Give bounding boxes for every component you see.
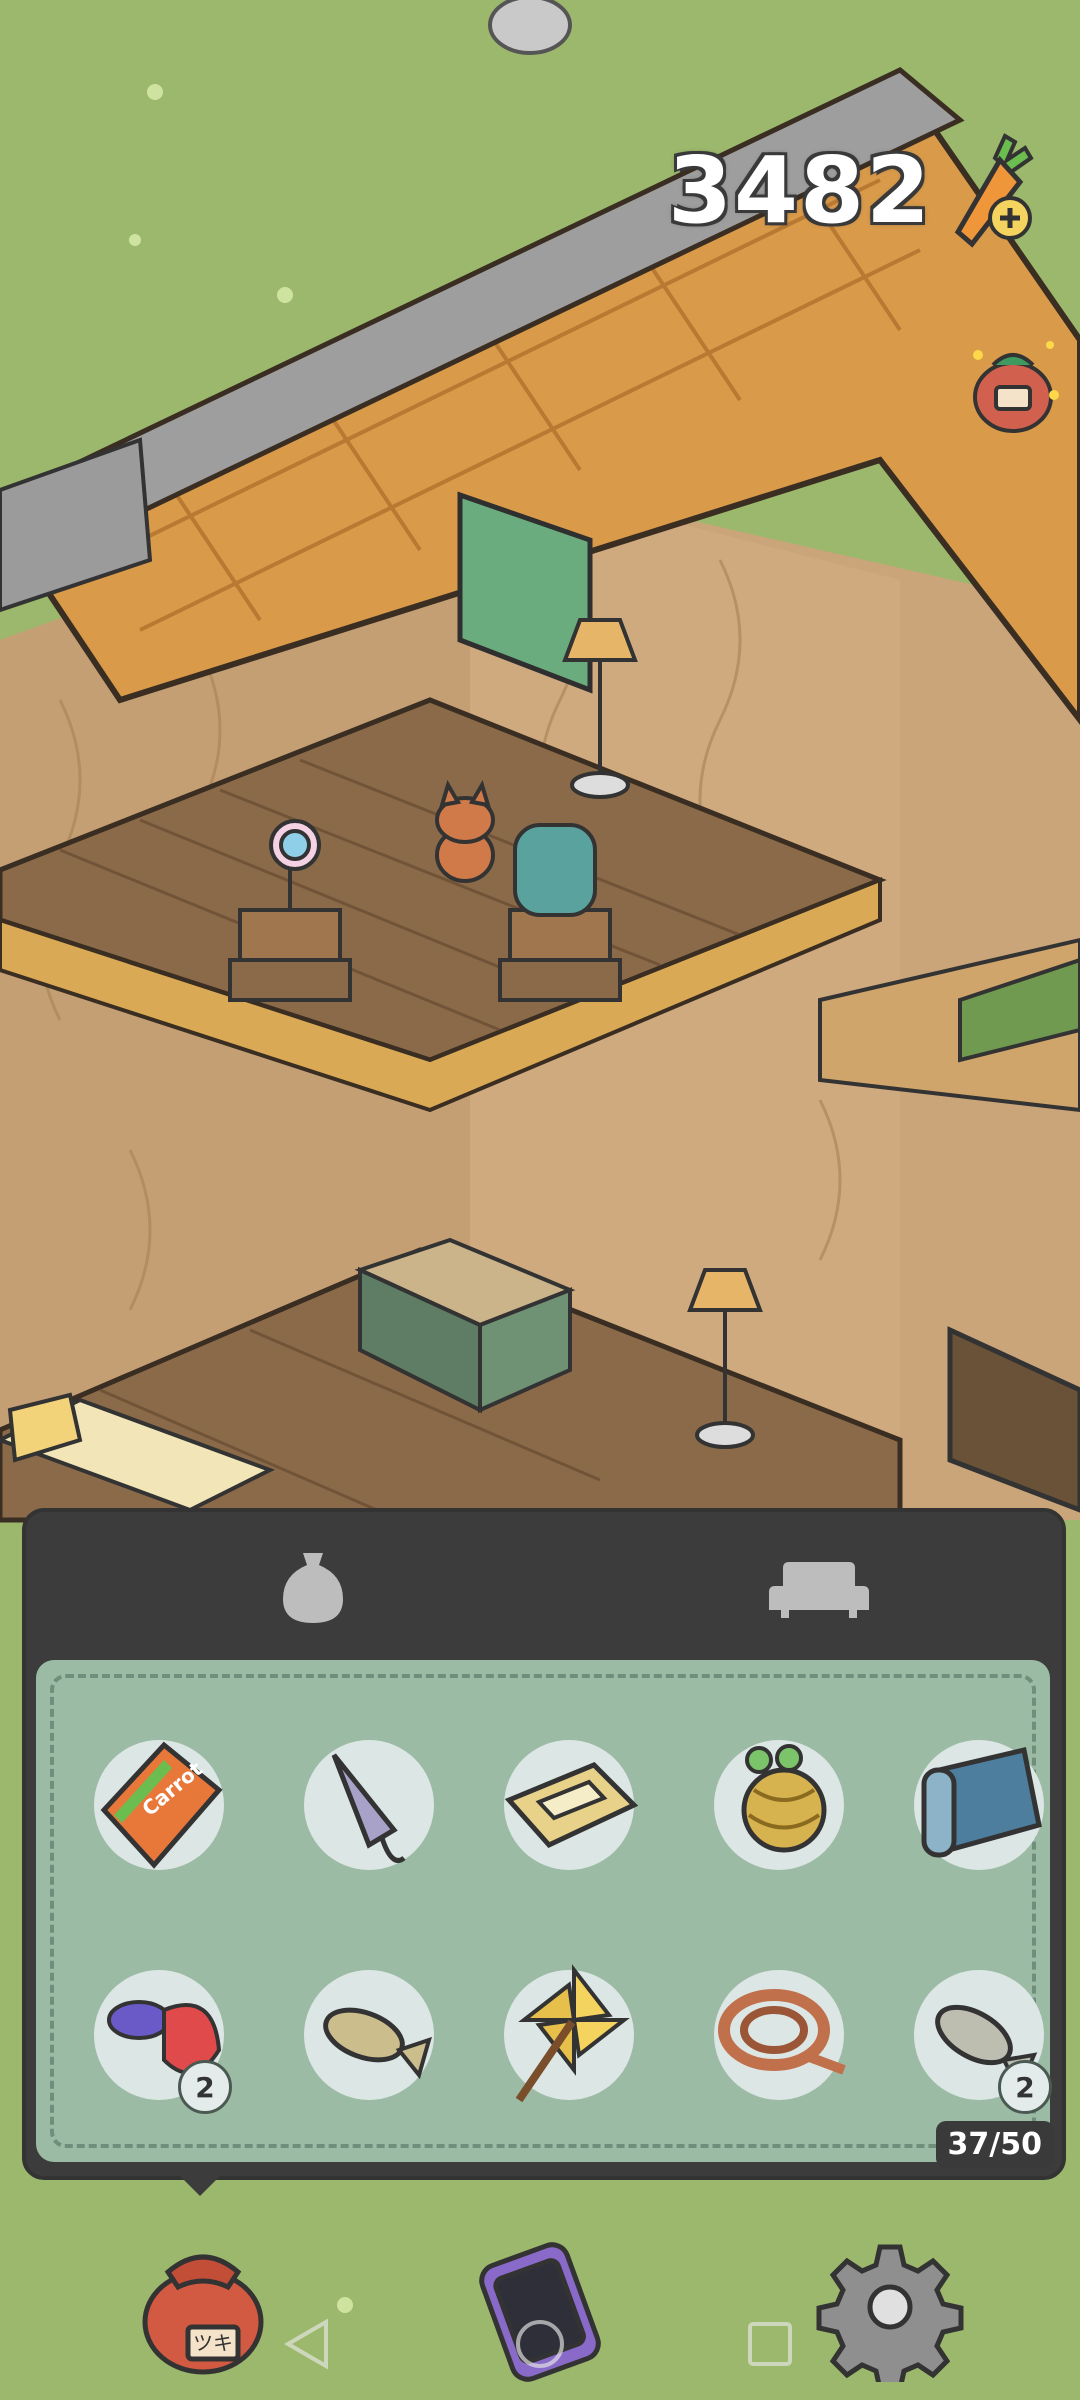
item-slot[interactable] [914,1740,1044,1870]
vase-icon [283,1553,343,1623]
yarn-ball-icon [741,1744,827,1853]
item-slot[interactable] [304,1970,434,2100]
item-slot[interactable] [714,1970,846,2100]
svg-text:ツキ: ツキ [193,2331,233,2355]
gear-icon[interactable] [815,2232,965,2382]
carrot-count: 3482 [667,136,932,244]
back-icon[interactable] [278,2314,338,2374]
inventory-panel: Carrot 2 2 37/50 [22,1508,1066,2180]
item-slot[interactable]: 2 [94,1970,232,2114]
item-slot[interactable]: Carrot [94,1740,224,1870]
sofa-icon [769,1562,869,1618]
pinwheel-icon [515,1964,630,2103]
umbrella-icon [331,1753,406,1863]
home-icon[interactable] [510,2314,570,2374]
item-slot[interactable] [304,1740,434,1870]
rope-icon [718,1989,846,2075]
recents-icon[interactable] [740,2314,800,2374]
gift-bag-icon[interactable] [958,325,1068,445]
tab-items[interactable] [253,1532,373,1642]
item-slot[interactable] [714,1740,844,1870]
item-slot[interactable]: 2 [914,1970,1052,2114]
sack-icon[interactable]: ツキ [128,2232,278,2382]
inventory-capacity: 37/50 [935,2121,1054,2168]
item-count-badge: 2 [178,2060,232,2114]
inventory-grid: Carrot 2 2 37/50 [36,1660,1054,2168]
rolled-map-icon [921,1746,1042,1858]
panel-pointer [170,2166,230,2196]
tab-furniture[interactable] [759,1532,879,1642]
cassette-tape-icon [504,1762,639,1849]
chips-bag-icon: Carrot [100,1741,223,1869]
item-count-badge: 2 [998,2060,1052,2114]
carrot-counter: 3482 [668,130,1040,250]
item-slot[interactable] [504,1964,634,2103]
carrot-icon[interactable] [940,130,1040,250]
item-slot[interactable] [504,1740,639,1870]
fish-icon [323,2007,432,2080]
